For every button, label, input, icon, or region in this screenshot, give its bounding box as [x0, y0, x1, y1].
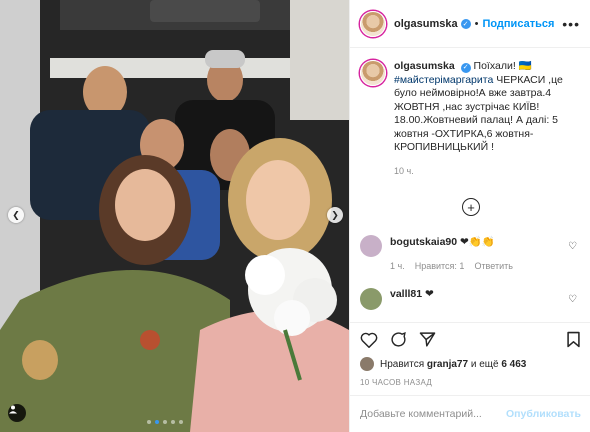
likes-mid: и ещё	[470, 358, 499, 370]
plus-circle-icon: +	[467, 199, 475, 215]
bookmark-icon[interactable]	[566, 331, 581, 348]
comment-item: valll81 ❤ ♡	[360, 288, 581, 310]
author-avatar[interactable]	[360, 10, 386, 37]
share-paper-plane-icon[interactable]	[419, 331, 436, 348]
comment-text: ❤	[425, 288, 434, 300]
author-username[interactable]: olgasumska	[394, 18, 458, 30]
publish-button[interactable]: Опубликовать	[506, 408, 581, 420]
likes-prefix: Нравится	[380, 358, 425, 370]
caption-time[interactable]: 10 ч.	[394, 165, 580, 179]
comment-avatar[interactable]	[360, 288, 382, 310]
add-comment-bar: Добавьте комментарий... Опубликовать	[350, 395, 590, 432]
verified-badge-icon: ✓	[460, 62, 471, 73]
caption-hashtag[interactable]: #майстерімаргарита	[394, 74, 493, 86]
carousel-dot	[179, 420, 183, 424]
post-photo[interactable]: ❮ ❯	[0, 0, 349, 432]
comment-reply-button[interactable]: Ответить	[474, 261, 512, 271]
carousel-dot	[163, 420, 167, 424]
user-tag-icon[interactable]	[8, 404, 26, 422]
comment-avatar[interactable]	[360, 235, 382, 257]
comment-like-heart-icon[interactable]: ♡	[568, 294, 577, 305]
comment-item: bogutskaia90 ❤👏👏 1 ч. Нравится: 1 Ответи…	[360, 235, 581, 271]
likes-count[interactable]: 6 463	[501, 359, 526, 370]
caption-intro: Поїхали!	[473, 60, 516, 72]
comment-meta: 1 ч. Нравится: 1 Ответить	[390, 261, 513, 271]
caption-username[interactable]: olgasumska	[394, 60, 455, 72]
posted-time[interactable]: 10 ЧАСОВ НАЗАД	[360, 378, 432, 387]
carousel-dot	[147, 420, 151, 424]
load-more-comments-button[interactable]: +	[462, 198, 480, 216]
post-header: olgasumska ✓ • Подписаться •••	[350, 0, 590, 48]
comment-input[interactable]: Добавьте комментарий...	[360, 408, 482, 420]
verified-badge-icon: ✓	[460, 18, 471, 29]
comment-username[interactable]: valll81	[390, 288, 422, 300]
action-bar	[350, 322, 590, 356]
comment-likes[interactable]: Нравится: 1	[415, 261, 465, 271]
liker-username[interactable]: granja77	[427, 359, 468, 370]
carousel-dots	[147, 420, 183, 424]
follow-button[interactable]: Подписаться	[482, 18, 554, 30]
comment-like-heart-icon[interactable]: ♡	[568, 241, 577, 252]
carousel-dot-active	[155, 420, 159, 424]
comment-bubble-icon[interactable]	[390, 331, 407, 348]
next-image-button[interactable]: ❯	[327, 207, 343, 223]
photo-illustration	[0, 0, 349, 432]
liker-avatar[interactable]	[360, 357, 374, 371]
caption-avatar[interactable]	[360, 60, 386, 86]
likes-summary: Нравится granja77 и ещё 6 463	[360, 357, 526, 371]
comment-username[interactable]: bogutskaia90	[390, 236, 457, 248]
post-side-panel: olgasumska ✓ • Подписаться ••• olgasumsk…	[349, 0, 590, 432]
flag-emoji-icon: 🇺🇦	[518, 60, 532, 72]
more-options-icon[interactable]: •••	[562, 16, 580, 32]
separator-dot: •	[474, 17, 479, 30]
comment-time[interactable]: 1 ч.	[390, 261, 405, 271]
like-heart-icon[interactable]	[360, 332, 378, 348]
caption: olgasumska ✓ Поїхали! 🇺🇦 #майстерімаргар…	[350, 48, 590, 178]
previous-image-button[interactable]: ❮	[8, 207, 24, 223]
comment-text: ❤👏👏	[460, 236, 495, 248]
carousel-dot	[171, 420, 175, 424]
